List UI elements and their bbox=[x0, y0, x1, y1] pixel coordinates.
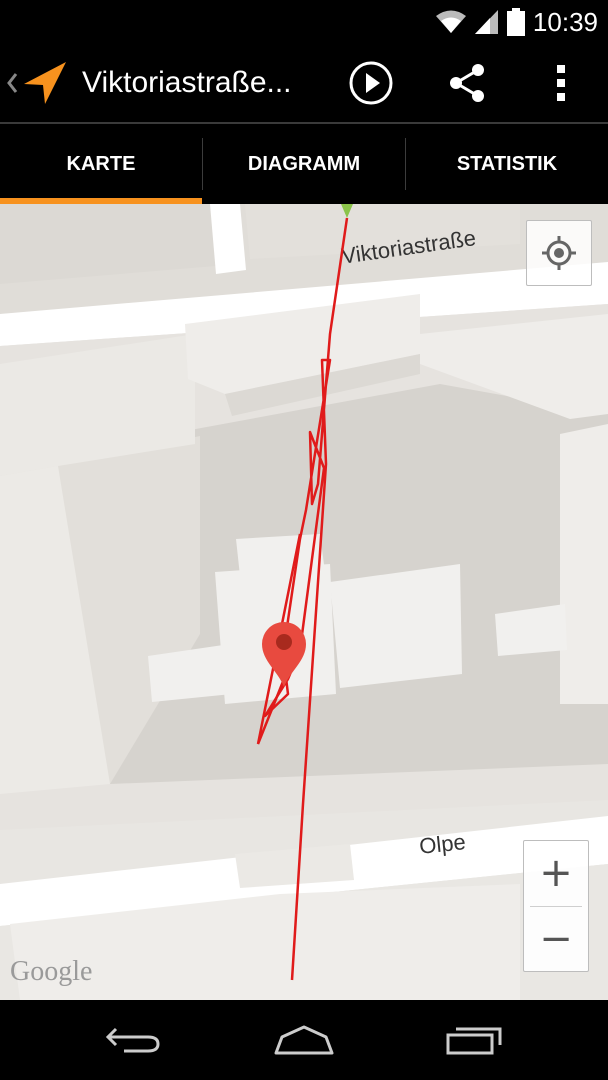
track-start-icon bbox=[341, 204, 353, 218]
zoom-controls: + − bbox=[523, 840, 589, 972]
back-icon bbox=[105, 1027, 160, 1053]
overflow-menu-button[interactable] bbox=[526, 44, 596, 122]
my-location-icon bbox=[542, 236, 576, 270]
google-attribution: Google bbox=[10, 956, 93, 987]
action-bar: Viktoriastraße... bbox=[0, 44, 608, 124]
status-clock: 10:39 bbox=[532, 6, 598, 37]
overflow-menu-icon bbox=[557, 65, 565, 101]
status-bar: 10:39 bbox=[0, 0, 608, 44]
tab-statistik[interactable]: STATISTIK bbox=[406, 124, 608, 204]
app-arrow-icon bbox=[24, 62, 66, 104]
navigation-bar bbox=[0, 1000, 608, 1080]
battery-icon bbox=[506, 8, 525, 36]
tab-diagramm[interactable]: DIAGRAMM bbox=[203, 124, 405, 204]
tab-bar: KARTE DIAGRAMM STATISTIK bbox=[0, 124, 608, 204]
zoom-out-button[interactable]: − bbox=[524, 907, 588, 971]
wifi-icon bbox=[435, 10, 466, 33]
share-icon bbox=[450, 64, 484, 102]
recents-icon bbox=[446, 1027, 502, 1055]
home-icon bbox=[274, 1025, 334, 1055]
zoom-in-button[interactable]: + bbox=[524, 841, 588, 905]
up-navigation-button[interactable] bbox=[0, 44, 72, 122]
nav-home-button[interactable] bbox=[244, 1000, 364, 1080]
status-icons: 10:39 bbox=[435, 0, 598, 44]
gps-track bbox=[256, 204, 353, 981]
map-marker-icon[interactable] bbox=[259, 619, 309, 689]
nav-back-button[interactable] bbox=[74, 1000, 194, 1080]
tab-karte[interactable]: KARTE bbox=[0, 124, 202, 204]
page-title: Viktoriastraße... bbox=[82, 66, 292, 99]
share-button[interactable] bbox=[432, 44, 502, 122]
nav-recents-button[interactable] bbox=[414, 1000, 534, 1080]
play-button[interactable] bbox=[336, 44, 406, 122]
my-location-button[interactable] bbox=[526, 220, 592, 286]
play-icon bbox=[349, 61, 393, 105]
map-view[interactable]: Viktoriastraße Olpe + − Google bbox=[0, 204, 608, 1000]
back-chevron-icon bbox=[7, 73, 18, 93]
signal-icon bbox=[474, 10, 498, 34]
